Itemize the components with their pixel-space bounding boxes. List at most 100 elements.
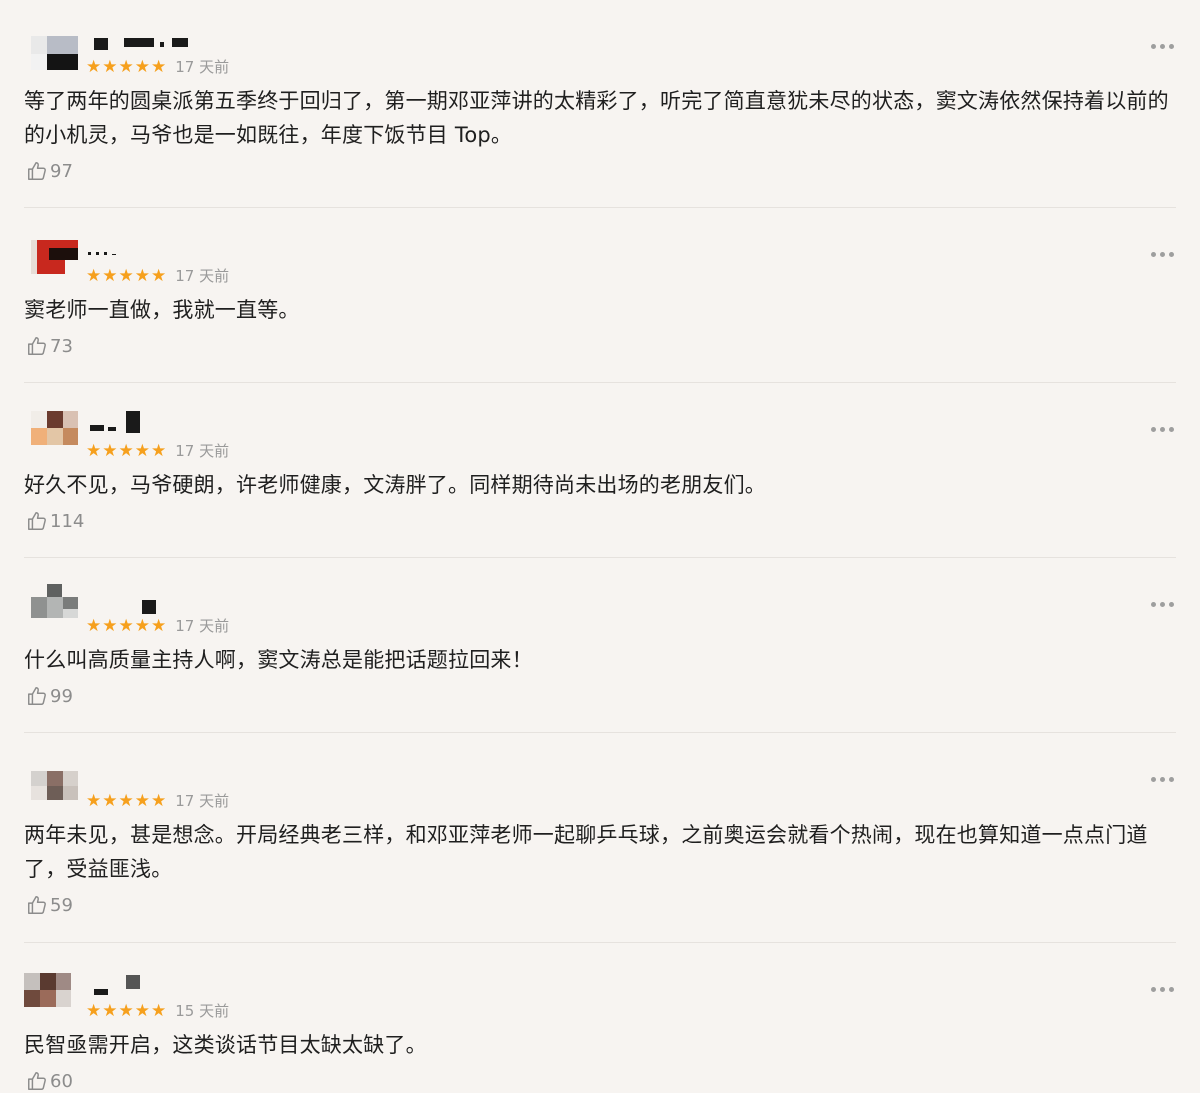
comment-text: 民智亟需开启，这类谈话节目太缺太缺了。 [24, 1033, 427, 1057]
star-icon: ★ [86, 440, 102, 461]
star-icon: ★ [86, 615, 102, 636]
star-icon: ★ [102, 56, 118, 77]
more-dots-icon [1150, 986, 1156, 992]
star-icon: ★ [118, 790, 134, 811]
more-options-button[interactable] [1148, 598, 1176, 610]
star-rating: ★ ★ ★ ★ ★ [86, 267, 166, 285]
more-options-button[interactable] [1148, 248, 1176, 260]
star-icon: ★ [102, 1000, 118, 1021]
comment-time: 17 天前 [175, 267, 230, 285]
star-icon: ★ [151, 440, 167, 461]
like-button[interactable]: 114 [26, 510, 84, 532]
comment-meta: ★ ★ ★ ★ ★ 17 天前 [86, 615, 229, 636]
more-options-button[interactable] [1148, 40, 1176, 52]
comment-meta: ★ ★ ★ ★ ★ 17 天前 [86, 790, 229, 811]
star-icon: ★ [134, 440, 150, 461]
star-icon: ★ [102, 440, 118, 461]
like-count: 97 [50, 160, 73, 182]
username-redacted[interactable] [86, 36, 196, 56]
star-icon: ★ [118, 265, 134, 286]
avatar[interactable] [31, 36, 78, 70]
comment-item: ★ ★ ★ ★ ★ 17 天前 等了两年的圆桌派第五季终于回归了，第一期邓亚萍讲… [0, 0, 1200, 208]
thumbs-up-icon [28, 687, 46, 705]
star-icon: ★ [134, 615, 150, 636]
star-icon: ★ [118, 56, 134, 77]
star-rating: ★ ★ ★ ★ ★ [86, 1002, 166, 1020]
comment-item: ★ ★ ★ ★ ★ 17 天前 好久不见，马爷硬朗，许老师健康，文涛胖了。同样期… [0, 383, 1200, 558]
comment-text: 好久不见，马爷硬朗，许老师健康，文涛胖了。同样期待尚未出场的老朋友们。 [24, 473, 766, 497]
star-icon: ★ [102, 615, 118, 636]
star-icon: ★ [134, 56, 150, 77]
thumbs-up-icon [28, 896, 46, 914]
like-count: 114 [50, 510, 85, 532]
like-count: 73 [50, 335, 73, 357]
comment-time: 15 天前 [175, 1002, 230, 1020]
like-count: 59 [50, 894, 73, 916]
avatar[interactable] [31, 771, 78, 805]
comment-time: 17 天前 [175, 58, 230, 76]
comment-item: ★ ★ ★ ★ ★ 17 天前 什么叫高质量主持人啊，窦文涛总是能把话题拉回来！… [0, 558, 1200, 733]
star-icon: ★ [151, 615, 167, 636]
avatar[interactable] [31, 240, 78, 274]
username-redacted[interactable] [86, 244, 126, 264]
comment-meta: ★ ★ ★ ★ ★ 17 天前 [86, 56, 229, 77]
star-rating: ★ ★ ★ ★ ★ [86, 58, 166, 76]
thumbs-up-icon [28, 1072, 46, 1090]
star-icon: ★ [134, 265, 150, 286]
comment-text: 两年未见，甚是想念。开局经典老三样，和邓亚萍老师一起聊乒乓球，之前奥运会就看个热… [24, 823, 1148, 881]
comment-meta: ★ ★ ★ ★ ★ 15 天前 [86, 1000, 229, 1021]
star-icon: ★ [86, 1000, 102, 1021]
star-icon: ★ [151, 790, 167, 811]
star-icon: ★ [151, 265, 167, 286]
star-rating: ★ ★ ★ ★ ★ [86, 617, 166, 635]
more-options-button[interactable] [1148, 983, 1176, 995]
comment-time: 17 天前 [175, 792, 230, 810]
more-dots-icon [1150, 251, 1156, 257]
like-button[interactable]: 73 [26, 335, 73, 357]
star-icon: ★ [102, 265, 118, 286]
avatar[interactable] [31, 411, 78, 445]
comment-item: ★ ★ ★ ★ ★ 17 天前 窦老师一直做，我就一直等。 73 [0, 208, 1200, 383]
star-icon: ★ [134, 1000, 150, 1021]
comment-time: 17 天前 [175, 442, 230, 460]
username-redacted[interactable] [86, 975, 156, 995]
like-button[interactable]: 99 [26, 685, 73, 707]
thumbs-up-icon [28, 512, 46, 530]
star-icon: ★ [151, 1000, 167, 1021]
star-icon: ★ [118, 1000, 134, 1021]
more-options-button[interactable] [1148, 773, 1176, 785]
comment-meta: ★ ★ ★ ★ ★ 17 天前 [86, 265, 229, 286]
like-count: 60 [50, 1070, 73, 1092]
star-icon: ★ [86, 265, 102, 286]
thumbs-up-icon [28, 162, 46, 180]
star-icon: ★ [102, 790, 118, 811]
star-icon: ★ [86, 56, 102, 77]
star-icon: ★ [86, 790, 102, 811]
more-dots-icon [1150, 43, 1156, 49]
like-button[interactable]: 59 [26, 894, 73, 916]
star-icon: ★ [118, 615, 134, 636]
comment-meta: ★ ★ ★ ★ ★ 17 天前 [86, 440, 229, 461]
like-button[interactable]: 97 [26, 160, 73, 182]
username-redacted[interactable] [86, 411, 146, 433]
more-dots-icon [1150, 776, 1156, 782]
avatar[interactable] [31, 584, 78, 618]
comment-text: 等了两年的圆桌派第五季终于回归了，第一期邓亚萍讲的太精彩了，听完了简直意犹未尽的… [24, 89, 1169, 147]
more-options-button[interactable] [1148, 423, 1176, 435]
comment-text: 什么叫高质量主持人啊，窦文涛总是能把话题拉回来！ [24, 648, 533, 672]
star-rating: ★ ★ ★ ★ ★ [86, 792, 166, 810]
like-button[interactable]: 60 [26, 1070, 73, 1092]
star-icon: ★ [151, 56, 167, 77]
star-icon: ★ [118, 440, 134, 461]
comment-item: ★ ★ ★ ★ ★ 15 天前 民智亟需开启，这类谈话节目太缺太缺了。 60 [0, 943, 1200, 1093]
more-dots-icon [1150, 601, 1156, 607]
like-count: 99 [50, 685, 73, 707]
thumbs-up-icon [28, 337, 46, 355]
star-rating: ★ ★ ★ ★ ★ [86, 442, 166, 460]
star-icon: ★ [134, 790, 150, 811]
avatar[interactable] [24, 973, 71, 1007]
comment-item: ★ ★ ★ ★ ★ 17 天前 两年未见，甚是想念。开局经典老三样，和邓亚萍老师… [0, 733, 1200, 943]
more-dots-icon [1150, 426, 1156, 432]
comment-text: 窦老师一直做，我就一直等。 [24, 298, 300, 322]
comment-time: 17 天前 [175, 617, 230, 635]
